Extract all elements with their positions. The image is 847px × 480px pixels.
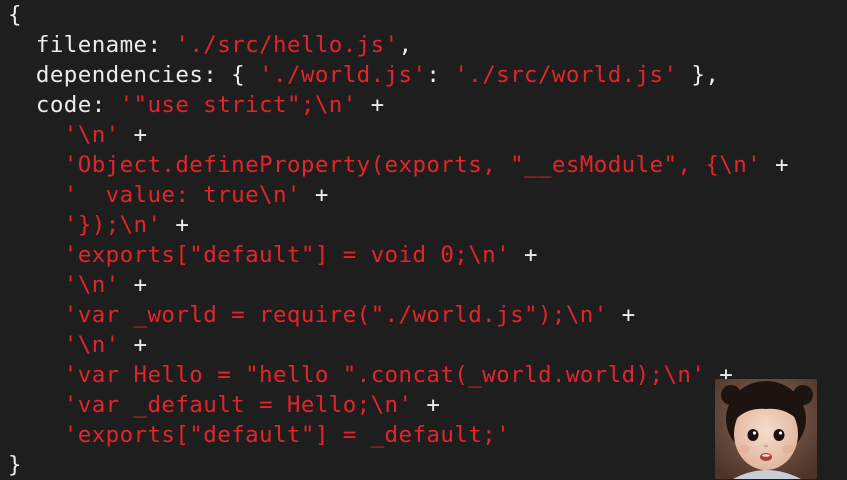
code-line: 'var _default = Hello;\n' + [8,390,440,420]
code-line: 'exports["default"] = void 0;\n' + [8,240,538,270]
code-token: + [119,272,148,298]
code-line: '\n' + [8,120,148,150]
code-token: + [412,392,441,418]
code-line: 'exports["default"] = _default;' [8,420,510,450]
code-token: } [8,452,22,478]
string-literal: 'exports["default"] = void 0;\n' [63,242,511,268]
string-literal: 'Object.defineProperty(exports, "__esMod… [63,152,762,178]
string-literal: ' value: true\n' [63,182,301,208]
code-line: ' value: true\n' + [8,180,329,210]
string-literal: 'var Hello = "hello ".concat(_world.worl… [63,362,706,388]
code-line: filename: './src/hello.js', [8,30,412,60]
code-line: code: '"use strict";\n' + [8,90,385,120]
code-token: { [8,2,22,28]
string-literal: './src/hello.js' [175,32,399,58]
code-token: dependencies: { [35,62,260,88]
webcam-overlay [715,379,817,479]
code-line: 'var Hello = "hello ".concat(_world.worl… [8,360,733,390]
string-literal: './world.js' [259,62,427,88]
code-line: '});\n' + [8,210,189,240]
string-literal: './src/world.js' [454,62,678,88]
code-token: : [426,62,455,88]
code-line: } [8,450,22,480]
code-token: + [119,332,148,358]
code-line: '\n' + [8,270,148,300]
string-literal: '\n' [63,332,120,358]
code-token: + [510,242,538,268]
string-literal: '});\n' [63,212,162,238]
code-token: + [607,302,636,328]
code-token: + [161,212,190,238]
code-token: + [356,92,385,118]
code-line: { [8,0,22,30]
string-literal: 'var _world = require("./world.js");\n' [63,302,608,328]
code-line: '\n' + [8,330,148,360]
code-line: 'var _world = require("./world.js");\n' … [8,300,636,330]
child-face-icon [715,379,817,479]
string-literal: '\n' [63,272,120,298]
code-token: + [761,152,790,178]
string-literal: 'var _default = Hello;\n' [63,392,413,418]
code-token: + [300,182,329,208]
code-line: dependencies: { './world.js': './src/wor… [8,60,719,90]
code-token: filename: [35,32,176,58]
code-line: 'Object.defineProperty(exports, "__esMod… [8,150,789,180]
string-literal: '\n' [63,122,120,148]
code-token: }, [677,62,720,88]
code-token: code: [35,92,120,118]
string-literal: '"use strict";\n' [119,92,357,118]
code-token: , [398,32,413,58]
string-literal: 'exports["default"] = _default;' [63,422,511,448]
code-token: + [119,122,148,148]
